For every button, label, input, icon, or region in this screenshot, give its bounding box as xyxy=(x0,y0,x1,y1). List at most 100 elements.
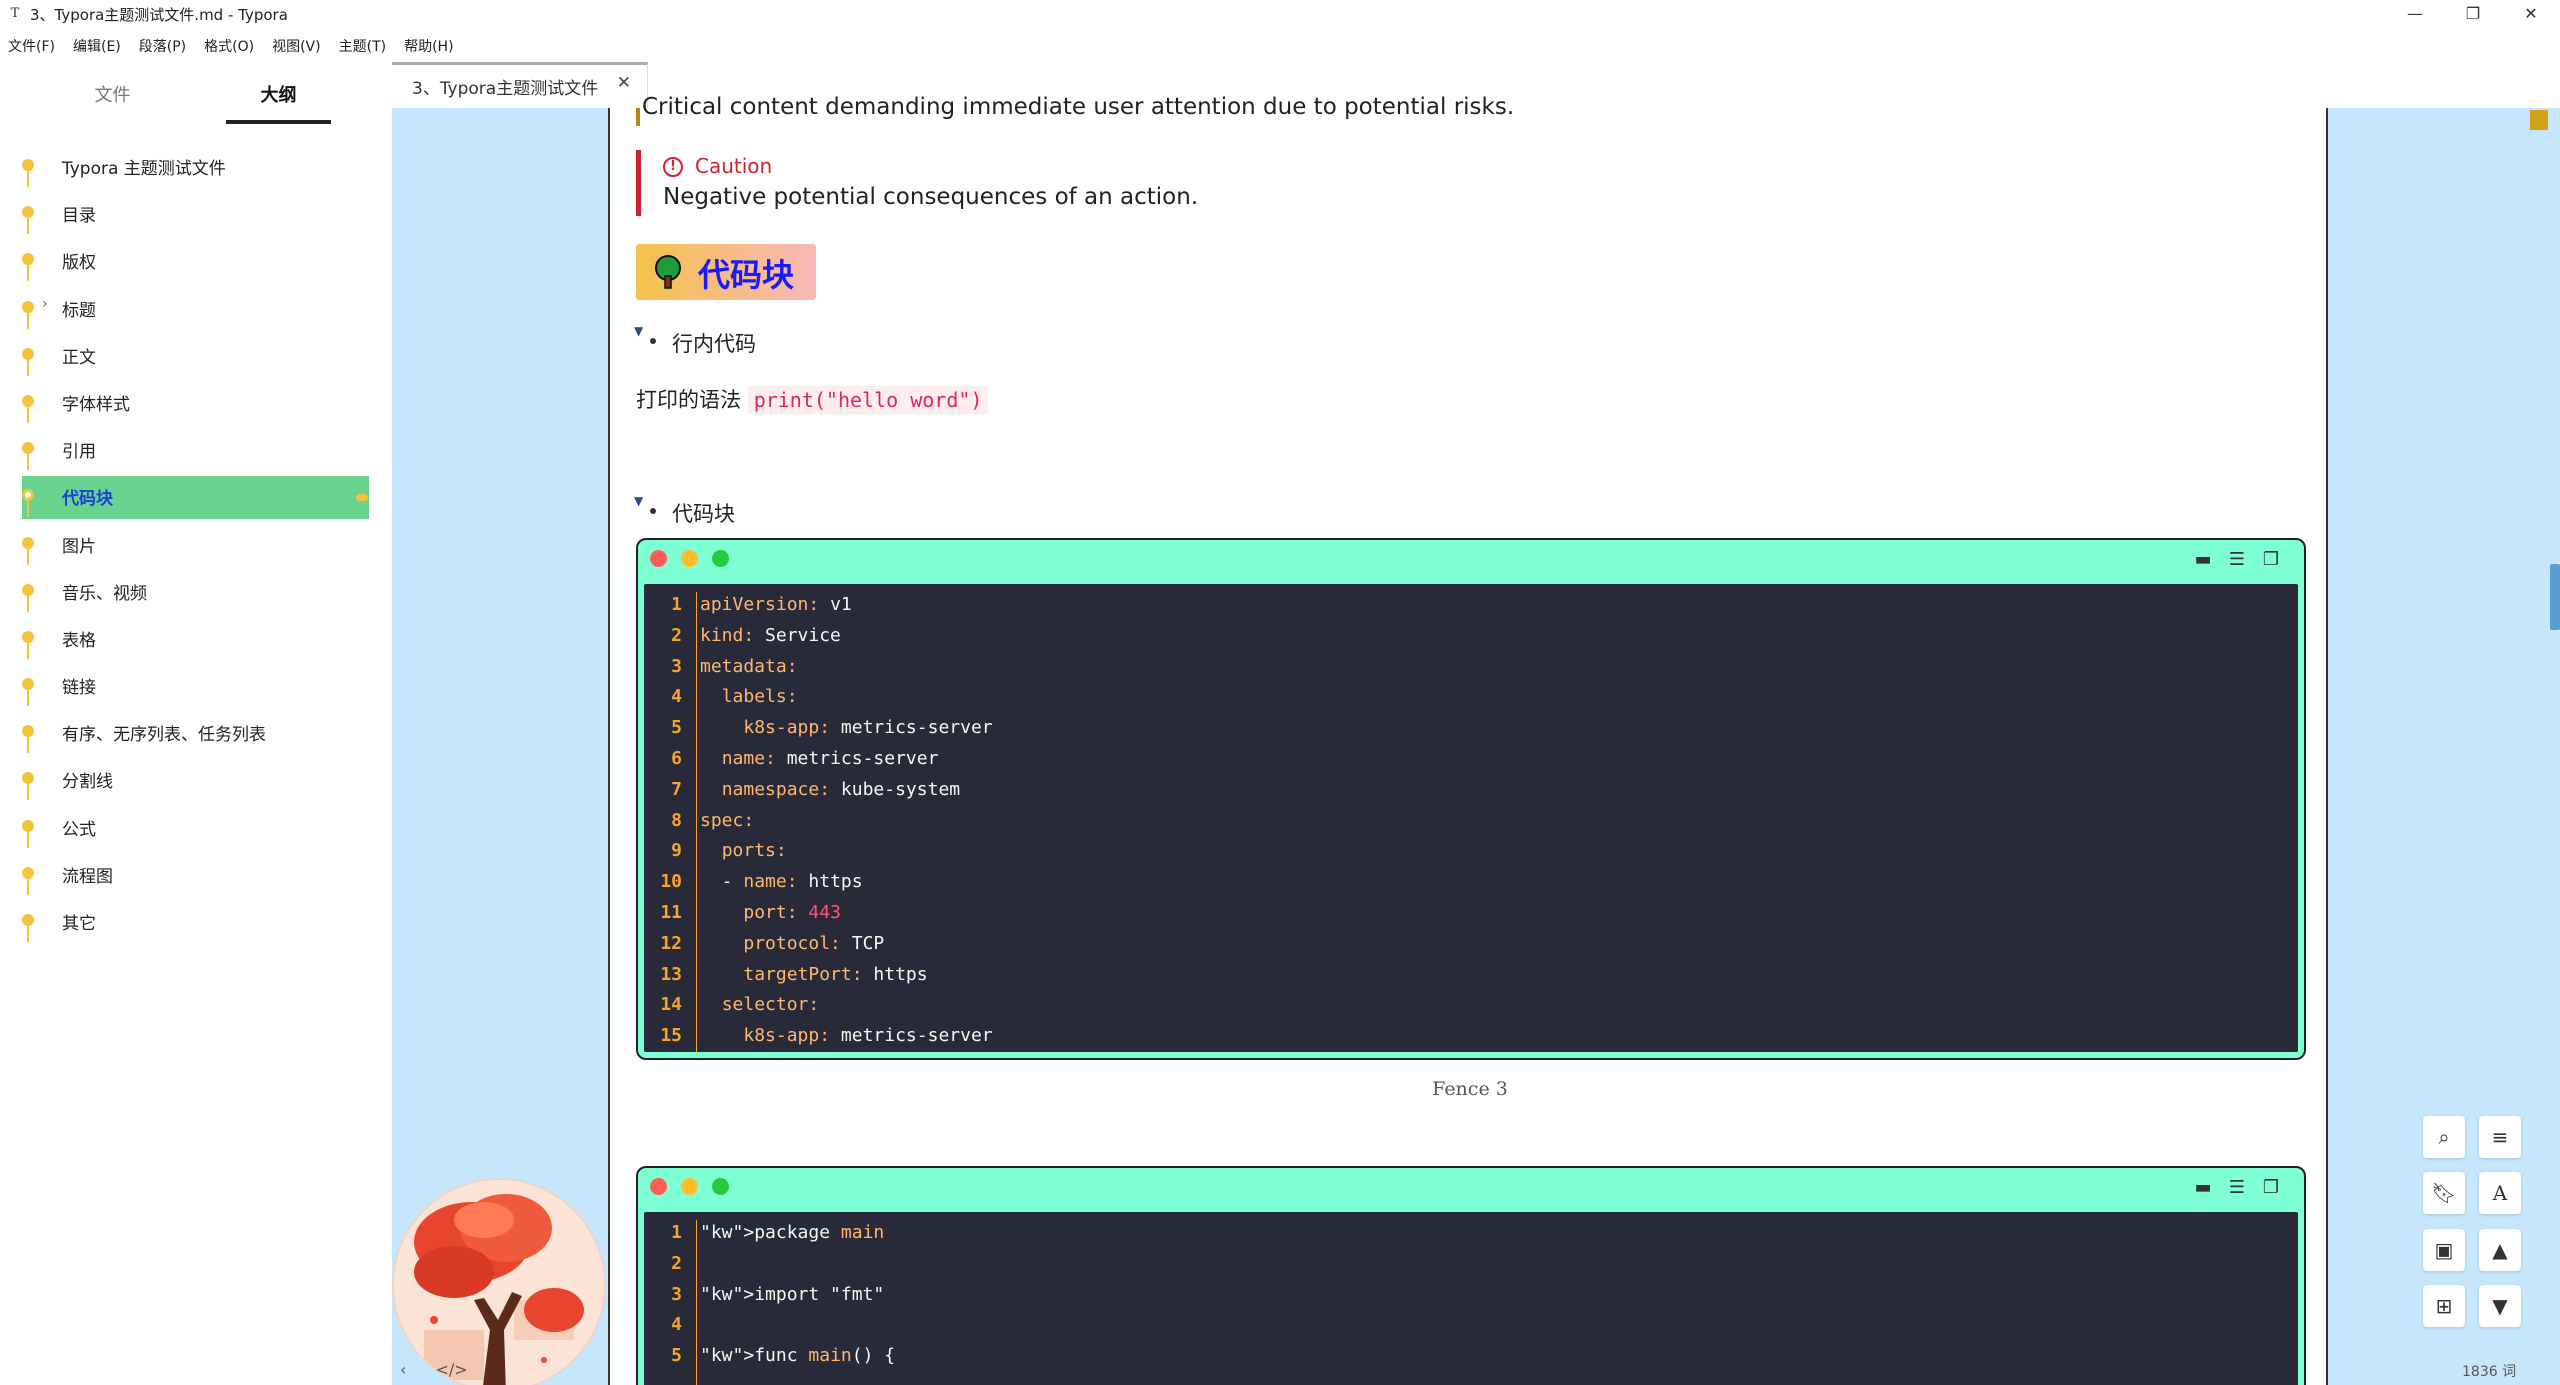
red-tree-illustration xyxy=(394,1180,604,1385)
code-text: apiVersion: v1 xyxy=(700,594,852,615)
document-tab[interactable]: 3、Typora主题测试文件 ✕ xyxy=(392,62,648,108)
scroll-down-icon[interactable]: ▼ xyxy=(2479,1285,2521,1327)
line-number: 14 xyxy=(660,994,682,1016)
outline-item[interactable]: 版权 xyxy=(0,238,392,285)
scrollbar-thumb[interactable] xyxy=(2550,564,2560,630)
caution-alert: ! Caution Negative potential consequence… xyxy=(636,150,1236,216)
bullet-dot xyxy=(650,508,656,514)
title-bar: T 3、Typora主题测试文件.md - Typora — ❐ ✕ xyxy=(0,0,2560,28)
maximize-icon[interactable]: ❐ xyxy=(2444,0,2502,28)
outline-item[interactable]: 分割线 xyxy=(0,757,392,804)
indent-icon[interactable]: ☰ xyxy=(2226,1178,2248,1198)
outline-dot-icon xyxy=(22,253,34,266)
inline-code-paragraph[interactable]: 打印的语法 print("hello word") xyxy=(636,384,989,414)
fold-icon[interactable]: ▬ xyxy=(2192,550,2214,570)
outline-item-label: 公式 xyxy=(62,819,96,840)
outline-item-label: 正文 xyxy=(62,347,96,368)
code-line: 9 ports: xyxy=(644,840,2298,870)
fence-caption: Fence 3 xyxy=(1432,1078,1508,1100)
menu-view[interactable]: 视图(V) xyxy=(272,36,321,56)
outline-item[interactable]: 流程图 xyxy=(0,852,392,899)
outline-item-label: 其它 xyxy=(62,914,96,934)
menu-theme[interactable]: 主题(T) xyxy=(339,36,386,56)
source-code-mode-icon[interactable]: </> xyxy=(436,1360,468,1379)
menu-format[interactable]: 格式(O) xyxy=(204,36,254,56)
copy-icon[interactable]: ❐ xyxy=(2260,550,2282,570)
outline-dot-icon xyxy=(22,819,34,832)
window-title: 3、Typora主题测试文件.md - Typora xyxy=(30,5,288,24)
code-text: selector: xyxy=(721,994,820,1016)
code-block-yaml[interactable]: ▬ ☰ ❐ 1 apiVersion: v1 2 kind: Service 3 meta… xyxy=(636,538,2306,1060)
outline-list: Typora 主题测试文件目录版权 › 标题正文字体样式 引用 代码块 图片 音乐、视频 表格… xyxy=(0,144,392,946)
copy-icon[interactable]: ❐ xyxy=(2260,1178,2282,1198)
code-text: port: 443 xyxy=(743,902,841,923)
outline-connector xyxy=(27,501,29,518)
line-number: 3 xyxy=(671,655,682,677)
outline-connector xyxy=(27,359,29,376)
outline-item-label: 标题 xyxy=(62,300,96,321)
menu-help[interactable]: 帮助(H) xyxy=(404,36,453,56)
outline-item[interactable]: 表格 xyxy=(0,616,392,663)
code-line: 4 xyxy=(644,1314,2298,1344)
collapse-sidebar-icon[interactable]: ‹ xyxy=(400,1360,406,1379)
sidebar-tabs: 文件 大纲 xyxy=(0,76,392,126)
code-line: 1 "kw">package main xyxy=(644,1222,2298,1252)
code-body[interactable]: 1 apiVersion: v1 2 kind: Service 3 metadata: 4… xyxy=(644,584,2298,1052)
minimize-icon[interactable]: — xyxy=(2386,0,2444,28)
line-number: 5 xyxy=(671,1345,682,1367)
code-line: 15 k8s-app: metrics-server xyxy=(644,1025,2298,1055)
font-icon[interactable]: A xyxy=(2479,1172,2521,1214)
outline-item[interactable]: 音乐、视频 xyxy=(0,569,392,616)
outline-item[interactable]: 链接 xyxy=(0,663,392,710)
indent-icon[interactable]: ☰ xyxy=(2226,550,2248,570)
outline-item-label: 目录 xyxy=(62,206,96,227)
outline-connector xyxy=(27,642,29,659)
bookmark-marker[interactable] xyxy=(2530,110,2548,130)
menu-edit[interactable]: 编辑(E) xyxy=(73,36,121,56)
outline-item[interactable]: 字体样式 xyxy=(0,380,392,427)
tab-files[interactable]: 文件 xyxy=(60,76,165,126)
outline-item[interactable]: › 标题 xyxy=(0,286,392,333)
code-line: 2 kind: Service xyxy=(644,625,2298,655)
outline-item[interactable]: 公式 xyxy=(0,805,392,852)
code-block-go[interactable]: ▬ ☰ ❐ 1 "kw">package main 2 3 "kw">import "f… xyxy=(636,1166,2306,1385)
outline-item[interactable]: 有序、无序列表、任务列表 xyxy=(0,710,392,757)
outline-item[interactable]: 图片 xyxy=(0,522,392,569)
outline-dot-icon xyxy=(22,866,34,879)
collapse-triangle-icon[interactable]: ▼ xyxy=(634,494,643,508)
heading-code-block[interactable]: 代码块 xyxy=(636,244,816,300)
outline-item[interactable]: 引用 xyxy=(0,427,392,474)
outline-item[interactable]: 代码块 xyxy=(0,474,392,521)
menu-file[interactable]: 文件(F) xyxy=(8,36,55,56)
line-number: 12 xyxy=(660,932,682,954)
search-icon[interactable]: ⌕ xyxy=(2423,1116,2465,1158)
tab-close-icon[interactable]: ✕ xyxy=(617,73,631,93)
image-icon[interactable]: ▣ xyxy=(2423,1229,2465,1271)
outline-item[interactable]: 目录 xyxy=(0,191,392,238)
outline-item[interactable]: Typora 主题测试文件 xyxy=(0,144,392,191)
bookmark-icon[interactable]: 🔖︎ xyxy=(2423,1172,2465,1214)
tab-outline[interactable]: 大纲 xyxy=(226,76,331,126)
line-number: 2 xyxy=(671,1252,682,1274)
fold-icon[interactable]: ▬ xyxy=(2192,1178,2214,1198)
collapse-triangle-icon[interactable]: ▼ xyxy=(634,324,643,338)
word-count[interactable]: 1836 词 xyxy=(2462,1361,2516,1381)
outline-connector xyxy=(27,784,29,801)
menu-list-icon[interactable]: ≡ xyxy=(2479,1116,2521,1158)
active-marker xyxy=(356,494,368,502)
close-icon[interactable]: ✕ xyxy=(2502,0,2560,28)
scroll-up-icon[interactable]: ▲ xyxy=(2479,1229,2521,1271)
line-number: 10 xyxy=(660,871,682,893)
menu-paragraph[interactable]: 段落(P) xyxy=(139,36,186,56)
chevron-right-icon[interactable]: › xyxy=(42,296,48,312)
outline-item[interactable]: 其它 xyxy=(0,899,392,946)
document-tab-label: 3、Typora主题测试文件 xyxy=(412,79,599,99)
sitemap-icon[interactable]: ⊞ xyxy=(2423,1285,2465,1327)
code-body[interactable]: 1 "kw">package main 2 3 "kw">import "fmt" 4 5 "… xyxy=(644,1212,2298,1385)
code-line: 11 port: 443 xyxy=(644,902,2298,932)
yellow-light-icon xyxy=(681,1178,698,1195)
outline-connector xyxy=(27,171,29,187)
outline-item[interactable]: 正文 xyxy=(0,333,392,380)
outline-dot-icon xyxy=(22,159,34,171)
sidebar-bottom-controls: ‹ </> xyxy=(400,1360,468,1379)
